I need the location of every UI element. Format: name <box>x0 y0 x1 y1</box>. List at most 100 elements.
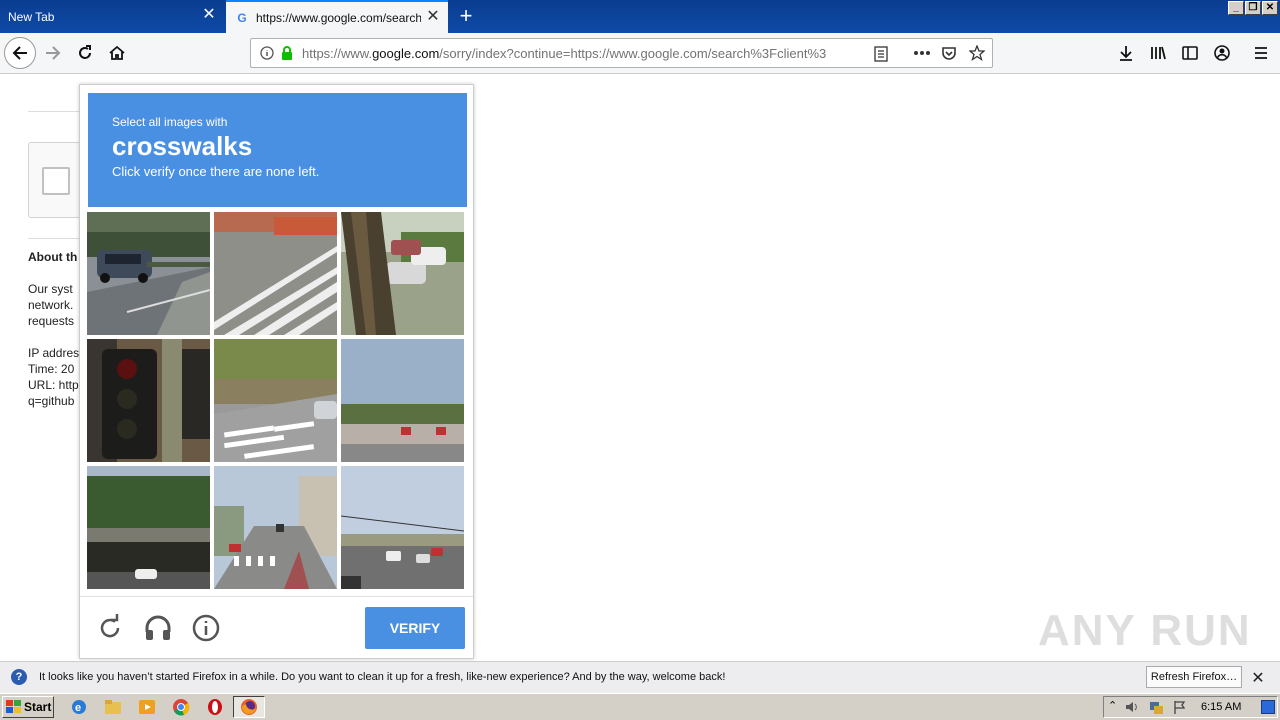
captcha-header: Select all images with crosswalks Click … <box>88 93 467 207</box>
refresh-firefox-button[interactable]: Refresh Firefox… <box>1146 666 1242 688</box>
question-icon: ? <box>11 669 27 685</box>
url-prefix: https://www. <box>302 46 373 61</box>
url-bar[interactable]: https://www.google.com/sorry/index?conti… <box>250 38 993 68</box>
verify-button[interactable]: VERIFY <box>365 607 465 649</box>
start-button[interactable]: Start <box>2 696 54 718</box>
chrome-icon[interactable] <box>172 698 190 716</box>
tile-tree-cars-image <box>341 212 464 335</box>
info-line: URL: http <box>28 378 79 392</box>
tile-street-crosswalk-image <box>214 466 337 589</box>
paragraph-line: Our syst <box>28 282 73 296</box>
firefox-icon <box>241 699 257 715</box>
library-button[interactable] <box>1143 38 1173 68</box>
reload-challenge-icon[interactable] <box>94 612 126 644</box>
tab-strip: New Tab ✕ G https://www.google.com/searc… <box>0 0 1280 33</box>
reload-button[interactable] <box>70 38 100 68</box>
url-path: /sorry/index?continue=https://www.google… <box>439 46 827 61</box>
sidebar-icon <box>1182 46 1198 60</box>
pocket-icon[interactable] <box>941 45 957 61</box>
captcha-target: crosswalks <box>112 131 253 161</box>
paragraph-line: network. <box>28 298 74 312</box>
restore-button[interactable]: ❐ <box>1245 1 1261 15</box>
url-text: https://www.google.com/sorry/index?conti… <box>302 46 842 61</box>
anyrun-watermark: ANY RUN <box>1038 606 1252 655</box>
system-tray: ⌃ 6:15 AM <box>1103 696 1278 718</box>
download-icon <box>1120 46 1132 61</box>
taskbar-firefox-active[interactable] <box>233 696 265 718</box>
info-line: IP addres <box>28 346 80 360</box>
tile-traffic-light-image <box>87 339 210 462</box>
lock-icon[interactable] <box>280 45 294 61</box>
about-heading: About th <box>28 250 78 264</box>
hamburger-menu-icon <box>1255 47 1267 59</box>
captcha-challenge: Select all images with crosswalks Click … <box>79 84 474 659</box>
google-favicon-icon: G <box>237 10 247 25</box>
file-explorer-icon[interactable] <box>104 698 122 716</box>
action-center-flag-icon[interactable] <box>1172 699 1188 715</box>
forward-button[interactable] <box>38 38 68 68</box>
svg-text:e: e <box>75 702 81 714</box>
paragraph-line: requests <box>28 314 75 328</box>
captcha-tile[interactable] <box>214 339 337 462</box>
account-button[interactable] <box>1207 38 1237 68</box>
tile-intersection-image <box>341 466 464 589</box>
captcha-prompt: Select all images with <box>112 115 228 129</box>
tab-label: New Tab <box>8 9 55 24</box>
captcha-tile[interactable] <box>341 212 464 335</box>
tab-google-search[interactable]: G https://www.google.com/search?c ✕ <box>226 0 448 33</box>
show-hidden-icons-icon[interactable]: ⌃ <box>1108 699 1117 712</box>
reload-icon <box>79 45 91 59</box>
captcha-footer: VERIFY <box>80 596 473 659</box>
captcha-tile[interactable] <box>214 466 337 589</box>
network-icon[interactable] <box>1148 699 1164 715</box>
home-button[interactable] <box>102 38 132 68</box>
close-window-button[interactable]: ✕ <box>1262 1 1278 15</box>
volume-icon[interactable] <box>1124 699 1140 715</box>
page-actions-icon[interactable] <box>913 50 931 56</box>
tile-crosswalk-image <box>214 212 337 335</box>
clock: 6:15 AM <box>1201 701 1242 713</box>
close-tab-icon[interactable]: ✕ <box>426 9 440 25</box>
notification-text: It looks like you haven’t started Firefo… <box>39 671 726 683</box>
sidebar-button[interactable] <box>1175 38 1205 68</box>
tile-crosswalk-road-image <box>214 339 337 462</box>
downloads-button[interactable] <box>1111 38 1141 68</box>
close-tab-icon[interactable]: ✕ <box>202 7 216 23</box>
captcha-tile[interactable] <box>341 466 464 589</box>
close-notification-icon[interactable]: ✕ <box>1250 668 1266 688</box>
captcha-tile[interactable] <box>341 339 464 462</box>
start-label: Start <box>24 700 52 714</box>
info-line: Time: 20 <box>28 362 75 376</box>
captcha-tile[interactable] <box>214 212 337 335</box>
internet-explorer-icon[interactable]: e <box>70 698 88 716</box>
about-paragraph: Our syst network. requests <box>28 281 74 329</box>
navigation-toolbar: https://www.google.com/sorry/index?conti… <box>0 33 1280 74</box>
minimize-button[interactable]: _ <box>1228 1 1244 15</box>
library-icon <box>1151 46 1166 60</box>
captcha-tile[interactable] <box>87 212 210 335</box>
window-controls: _ ❐ ✕ <box>1228 1 1278 15</box>
captcha-tile[interactable] <box>87 339 210 462</box>
bookmark-star-icon[interactable] <box>969 45 985 61</box>
windows-logo-icon <box>6 700 21 713</box>
reader-view-icon[interactable] <box>874 46 888 62</box>
captcha-image-grid <box>87 212 467 592</box>
new-tab-plus-icon[interactable]: + <box>455 3 477 29</box>
tile-cars-parking-image <box>87 212 210 335</box>
notification-bar: ? It looks like you haven’t started Fire… <box>0 661 1280 693</box>
info-help-icon[interactable] <box>190 612 222 644</box>
audio-challenge-icon[interactable] <box>142 612 174 644</box>
recaptcha-checkbox[interactable] <box>42 167 70 195</box>
windows-taskbar: Start e ⌃ 6:15 AM <box>0 693 1280 720</box>
tab-new-tab[interactable]: New Tab ✕ <box>0 0 224 33</box>
back-button[interactable] <box>4 37 36 69</box>
media-player-icon[interactable] <box>138 698 156 716</box>
tab-label: https://www.google.com/search?c <box>256 10 421 25</box>
show-desktop-icon[interactable] <box>1261 700 1275 714</box>
back-arrow-icon <box>12 46 27 60</box>
captcha-tile[interactable] <box>87 466 210 589</box>
account-icon <box>1214 45 1230 61</box>
menu-button[interactable] <box>1246 38 1276 68</box>
info-icon[interactable] <box>260 46 274 60</box>
opera-icon[interactable] <box>206 698 224 716</box>
